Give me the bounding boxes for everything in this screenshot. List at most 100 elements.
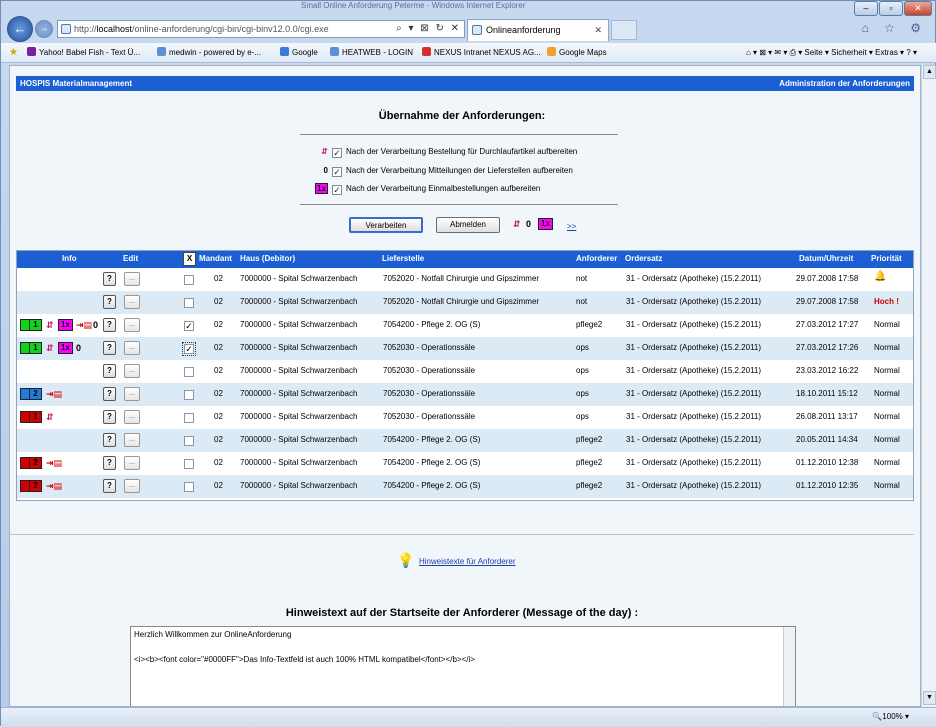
select-all-toggle[interactable]: X bbox=[183, 252, 196, 266]
new-tab-button[interactable] bbox=[611, 20, 637, 40]
info-question-button[interactable]: ? bbox=[103, 410, 116, 424]
document-transfer-icon: ⇥▤ bbox=[46, 481, 63, 491]
motd-scrollbar[interactable] bbox=[783, 627, 795, 706]
page-scrollbar[interactable]: ▲ ▼ bbox=[921, 65, 936, 707]
edit-button[interactable]: ... bbox=[124, 410, 140, 424]
legend-one-x-icon: 1x bbox=[538, 218, 553, 230]
col-mandant[interactable]: Mandant bbox=[199, 254, 232, 263]
favorite-medwin[interactable]: medwin - powered by e-... bbox=[157, 47, 261, 59]
info-question-button[interactable]: ? bbox=[103, 341, 116, 355]
table-row[interactable]: ?... 02 7000000 - Spital Schwarzenbach 7052… bbox=[17, 360, 913, 383]
favorite-label: Google bbox=[292, 48, 318, 57]
table-row[interactable]: 2 ⇥▤?... 02 7000000 - Spital Schwarzenbach 7… bbox=[17, 475, 913, 498]
row-select-checkbox[interactable] bbox=[184, 390, 194, 400]
tab-close-icon[interactable]: ✕ bbox=[594, 20, 602, 40]
info-question-button[interactable]: ? bbox=[103, 295, 116, 309]
cell-lieferstelle: 7054200 - Pflege 2. OG (S) bbox=[383, 435, 481, 444]
scroll-down-icon[interactable]: ▼ bbox=[923, 691, 936, 705]
browser-window: Small Online Anforderung Peterme - Windo… bbox=[0, 0, 936, 727]
col-lieferstelle[interactable]: Lieferstelle bbox=[382, 254, 424, 263]
table-row[interactable]: 1 ⇵?... 02 7000000 - Spital Schwarzenbach 70… bbox=[17, 406, 913, 429]
info-question-button[interactable]: ? bbox=[103, 433, 116, 447]
col-anforderer[interactable]: Anforderer bbox=[576, 254, 617, 263]
status-number-badge: 1 bbox=[29, 411, 42, 423]
option-einmal-checkbox[interactable]: ✓ bbox=[332, 185, 342, 195]
edit-button[interactable]: ... bbox=[124, 387, 140, 401]
cell-datum: 26.08.2011 13:17 bbox=[796, 412, 858, 421]
edit-button[interactable]: ... bbox=[124, 341, 140, 355]
tab-onlineanforderung[interactable]: Onlineanforderung ✕ bbox=[467, 19, 609, 41]
option-durchlauf-checkbox[interactable]: ✓ bbox=[332, 148, 342, 158]
col-haus[interactable]: Haus (Debitor) bbox=[240, 254, 295, 263]
edit-button[interactable]: ... bbox=[124, 364, 140, 378]
edit-button[interactable]: ... bbox=[124, 295, 140, 309]
favorite-google[interactable]: Google bbox=[280, 47, 318, 59]
edit-button[interactable]: ... bbox=[124, 433, 140, 447]
row-select-checkbox[interactable] bbox=[184, 275, 194, 285]
zoom-level[interactable]: 🔍100% ▾ bbox=[872, 712, 909, 721]
status-number-badge: 1 bbox=[29, 342, 42, 354]
row-select-checkbox[interactable] bbox=[184, 436, 194, 446]
info-question-button[interactable]: ? bbox=[103, 387, 116, 401]
favorite-nexus[interactable]: NEXUS Intranet NEXUS AG... bbox=[422, 47, 541, 59]
cell-prioritat: Normal bbox=[874, 481, 900, 490]
info-question-button[interactable]: ? bbox=[103, 479, 116, 493]
row-select-checkbox[interactable] bbox=[184, 367, 194, 377]
maximize-button[interactable]: ▫ bbox=[879, 1, 903, 16]
row-select-checkbox[interactable] bbox=[184, 298, 194, 308]
divider bbox=[300, 204, 618, 205]
cell-haus: 7000000 - Spital Schwarzenbach bbox=[240, 297, 358, 306]
table-row[interactable]: ?... 02 7000000 - Spital Schwarzenbach 7052… bbox=[17, 268, 913, 291]
row-select-checkbox[interactable] bbox=[184, 413, 194, 423]
option-mitteilungen-checkbox[interactable]: ✓ bbox=[332, 167, 342, 177]
command-bar[interactable]: ⌂ ▾ ⊠ ▾ ✉ ▾ ⎙ ▾ Seite ▾ Sicherheit ▾ Ext… bbox=[746, 47, 917, 59]
logout-button[interactable]: Abmelden bbox=[436, 217, 500, 233]
status-number-badge: 2 bbox=[29, 480, 42, 492]
info-question-button[interactable]: ? bbox=[103, 456, 116, 470]
col-ordersatz[interactable]: Ordersatz bbox=[625, 254, 662, 263]
row-select-checkbox[interactable] bbox=[184, 482, 194, 492]
table-row[interactable]: 1 ⇵ 1x 0?... ✓ 02 7000000 - Spital Schwarzenba… bbox=[17, 337, 913, 360]
edit-button[interactable]: ... bbox=[124, 456, 140, 470]
col-edit: Edit bbox=[123, 254, 139, 263]
favorites-star-icon[interactable]: ★ bbox=[9, 47, 18, 59]
edit-button[interactable]: ... bbox=[124, 272, 140, 286]
col-prioritat[interactable]: Priorität bbox=[871, 254, 902, 263]
home-favorites-tools-icons[interactable]: ⌂ ☆ ⚙ bbox=[862, 21, 927, 35]
edit-button[interactable]: ... bbox=[124, 479, 140, 493]
back-button[interactable]: ← bbox=[7, 16, 33, 42]
favorite-yahoo[interactable]: Yahoo! Babel Fish - Text Ü... bbox=[27, 47, 140, 59]
hint-texts-link[interactable]: Hinweistexte für Anforderer bbox=[419, 557, 516, 566]
col-datum[interactable]: Datum/Uhrzeit bbox=[799, 254, 853, 263]
more-link[interactable]: >> bbox=[567, 222, 576, 231]
process-button[interactable]: Verarbeiten bbox=[349, 217, 423, 233]
address-bar[interactable]: http://localhost/online-anforderung/cgi-… bbox=[57, 20, 465, 38]
motd-textarea[interactable]: Herzlich Willkommen zur OnlineAnforderun… bbox=[130, 626, 796, 706]
row-select-checkbox[interactable]: ✓ bbox=[184, 321, 194, 331]
status-flag-icon bbox=[20, 457, 29, 469]
info-question-button[interactable]: ? bbox=[103, 364, 116, 378]
table-row[interactable]: ?... 02 7000000 - Spital Schwarzenbach 7052… bbox=[17, 291, 913, 314]
favorite-heatweb[interactable]: HEATWEB - LOGIN bbox=[330, 47, 413, 59]
close-window-button[interactable]: ✕ bbox=[904, 1, 932, 16]
row-select-checkbox[interactable]: ✓ bbox=[182, 342, 196, 356]
favorite-google-maps[interactable]: Google Maps bbox=[547, 47, 607, 59]
cell-prioritat: Normal bbox=[874, 435, 900, 444]
row-select-checkbox[interactable] bbox=[184, 459, 194, 469]
info-question-button[interactable]: ? bbox=[103, 272, 116, 286]
cell-ordersatz: 31 - Ordersatz (Apotheke) (15.2.2011) bbox=[626, 343, 762, 352]
cell-ordersatz: 31 - Ordersatz (Apotheke) (15.2.2011) bbox=[626, 435, 762, 444]
address-tools-icons[interactable]: ⌕ ▾ ⊠ ↻ ✕ bbox=[396, 21, 461, 37]
cell-haus: 7000000 - Spital Schwarzenbach bbox=[240, 320, 358, 329]
table-row[interactable]: 1 ⇵ 1x ⇥▤ 0?... ✓ 02 7000000 - Spital Schwarzen… bbox=[17, 314, 913, 337]
info-question-button[interactable]: ? bbox=[103, 318, 116, 332]
table-row[interactable]: 2 ⇥▤?... 02 7000000 - Spital Schwarzenbach 7… bbox=[17, 452, 913, 475]
forward-button[interactable]: → bbox=[35, 20, 53, 38]
cell-haus: 7000000 - Spital Schwarzenbach bbox=[240, 458, 358, 467]
requests-table: Info Edit X Mandant Haus (Debitor) Liefe… bbox=[16, 250, 914, 501]
table-row[interactable]: 2 ⇥▤?... 02 7000000 - Spital Schwarzenbach 7… bbox=[17, 383, 913, 406]
table-row[interactable]: ?... 02 7000000 - Spital Schwarzenbach 7054… bbox=[17, 429, 913, 452]
minimize-button[interactable]: – bbox=[854, 1, 878, 16]
scroll-up-icon[interactable]: ▲ bbox=[923, 65, 936, 79]
edit-button[interactable]: ... bbox=[124, 318, 140, 332]
